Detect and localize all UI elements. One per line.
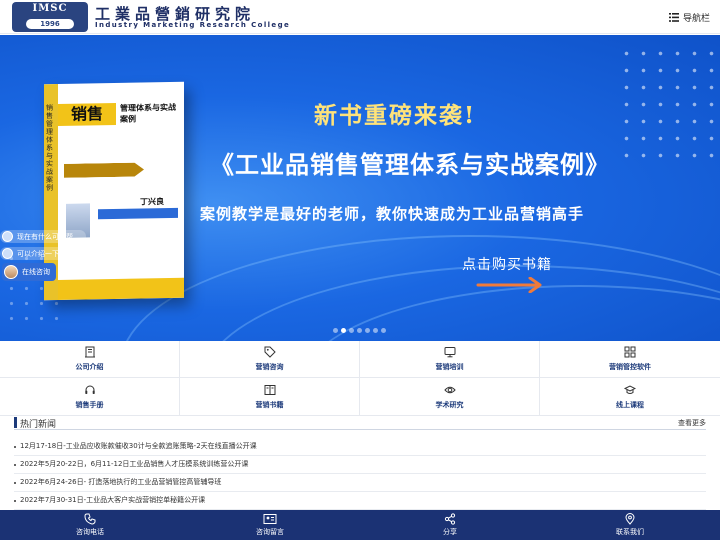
banner-tagline: 案例教学是最好的老师，教你快速成为工业品营销高手	[200, 205, 585, 223]
carousel-indicators	[333, 328, 386, 333]
tag-icon	[264, 346, 276, 358]
graduation-cap-icon	[624, 384, 636, 394]
quick-menu: 公司介绍 营销咨询 营销培训 营销管控软件 销售手册 营销书籍 学术研究 线上课…	[0, 341, 720, 416]
consult-phone-button[interactable]: 咨询电话	[0, 510, 180, 540]
menu-label: 学术研究	[435, 400, 464, 409]
contact-us-button[interactable]: 联系我们	[540, 510, 720, 540]
menu-item-academic-research[interactable]: 学术研究	[360, 378, 540, 416]
logo-badge-text: IMSC	[32, 3, 68, 14]
grid-icon	[624, 346, 636, 358]
logo-english-name: Industry Marketing Research College	[95, 21, 291, 29]
chat-message: 现在有什么可以帮...	[17, 232, 80, 241]
list-icon	[668, 12, 679, 22]
eye-icon	[443, 386, 456, 393]
news-header: 热门新闻 查看更多	[14, 416, 706, 430]
footer-label: 分享	[443, 528, 457, 536]
chat-message: 可以介绍一下你们的产品吗？	[17, 249, 108, 258]
book-icon	[264, 384, 275, 395]
location-pin-icon	[625, 513, 635, 525]
phone-icon	[84, 513, 96, 525]
news-header-accent	[14, 417, 17, 428]
chat-bubble-greeting[interactable]: 现在有什么可以帮...	[0, 230, 86, 243]
chat-bubble-question[interactable]: 可以介绍一下你们的产品吗？	[0, 247, 114, 260]
hot-news-section: 热门新闻 查看更多 12月17-18日-工业品应收账款催收30计与全款追账策略-…	[0, 416, 720, 510]
news-item[interactable]: 2022年6月24-26日- 打造落地执行的工业品营销管控高管辅导班	[14, 474, 706, 492]
message-card-icon	[263, 514, 277, 524]
menu-label: 线上课程	[616, 400, 644, 409]
book-cover-arrow	[64, 162, 144, 177]
agent-avatar	[4, 265, 18, 279]
carousel-dot[interactable]	[349, 328, 354, 333]
menu-label: 营销咨询	[255, 363, 284, 371]
footer-label: 咨询留言	[256, 528, 284, 536]
logo-badge-year: 1996	[26, 19, 74, 29]
headset-icon	[84, 385, 95, 394]
online-consult-label: 在线咨询	[22, 268, 50, 276]
site-header: IMSC 1996 工業品營銷研究院 Industry Marketing Re…	[0, 0, 720, 34]
carousel-dot[interactable]	[373, 328, 378, 333]
building-icon	[84, 346, 95, 358]
buy-book-link[interactable]: 点击购买书籍	[462, 254, 552, 274]
menu-item-marketing-training[interactable]: 营销培训	[360, 341, 540, 378]
chat-avatar-icon	[2, 231, 13, 242]
share-button[interactable]: 分享	[360, 510, 540, 540]
monitor-icon	[444, 347, 455, 358]
menu-label: 营销培训	[435, 363, 464, 371]
news-item[interactable]: 2022年5月20-22日，6月11-12日工业品销售人才压模系统训练营公开课	[14, 456, 706, 474]
banner-headline: 新书重磅来袭!	[313, 102, 477, 129]
chat-avatar-icon	[2, 248, 13, 259]
menu-item-control-software[interactable]: 营销管控软件	[540, 341, 720, 378]
bottom-action-bar: 咨询电话 咨询留言 分享 联系我们	[0, 510, 720, 540]
carousel-dot-active[interactable]	[341, 328, 346, 333]
banner-book-title: 《工业品销售管理体系与实战案例》	[210, 150, 610, 179]
book-cover-tagline	[64, 142, 174, 144]
book-cover-footer	[58, 277, 184, 300]
menu-label: 公司介绍	[75, 363, 104, 371]
menu-label: 销售手册	[75, 400, 104, 409]
online-consult-button[interactable]: 在线咨询	[2, 263, 56, 281]
nav-menu-button[interactable]: 导航栏	[668, 9, 710, 25]
carousel-dot[interactable]	[357, 328, 362, 333]
arrow-right-icon	[476, 277, 542, 293]
menu-item-marketing-consulting[interactable]: 营销咨询	[180, 341, 360, 378]
carousel-dot[interactable]	[381, 328, 386, 333]
menu-item-marketing-books[interactable]: 营销书籍	[180, 378, 360, 416]
hero-banner[interactable]: 销售管理体系与实战案例 销售 管理体系与实战案例 丁兴良 新书重磅来袭! 《工业…	[0, 35, 720, 341]
footer-label: 咨询电话	[76, 528, 104, 536]
news-list: 12月17-18日-工业品应收账款催收30计与全款追账策略-2天在线直播公开课 …	[14, 438, 706, 510]
menu-label: 营销管控软件	[609, 363, 651, 371]
menu-item-company-intro[interactable]: 公司介绍	[0, 341, 180, 378]
carousel-dot[interactable]	[365, 328, 370, 333]
menu-label: 营销书籍	[255, 400, 284, 409]
view-more-link[interactable]: 查看更多	[678, 418, 706, 428]
news-item[interactable]: 2022年7月30-31日-工业品大客户实战营销控单秘籍公开课	[14, 492, 706, 510]
book-cover-label	[98, 207, 178, 220]
consult-message-button[interactable]: 咨询留言	[180, 510, 360, 540]
carousel-dot[interactable]	[333, 328, 338, 333]
footer-label: 联系我们	[616, 528, 644, 536]
book-author: 丁兴良	[140, 197, 164, 207]
menu-item-sales-manual[interactable]: 销售手册	[0, 378, 180, 416]
page: IMSC 1996 工業品營銷研究院 Industry Marketing Re…	[0, 0, 720, 540]
menu-item-online-courses[interactable]: 线上课程	[540, 378, 720, 416]
nav-menu-label: 导航栏	[682, 13, 710, 24]
logo-badge[interactable]: IMSC 1996	[12, 2, 88, 32]
news-item[interactable]: 12月17-18日-工业品应收账款催收30计与全款追账策略-2天在线直播公开课	[14, 438, 706, 456]
news-section-title: 热门新闻	[20, 420, 57, 430]
share-icon	[444, 513, 456, 525]
